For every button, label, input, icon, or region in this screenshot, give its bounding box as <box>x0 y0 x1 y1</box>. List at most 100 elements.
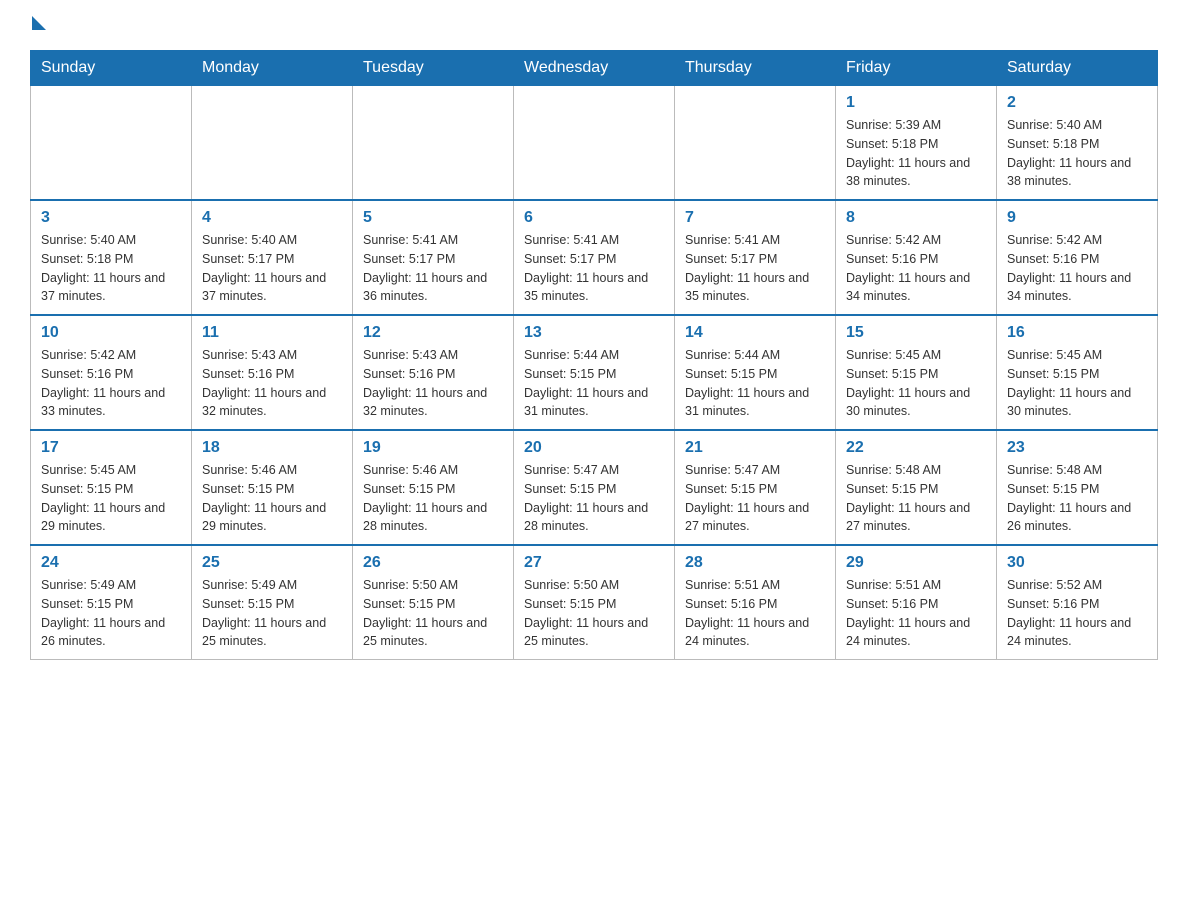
calendar-cell: 30 Sunrise: 5:52 AMSunset: 5:16 PMDayligh… <box>997 545 1158 660</box>
calendar-cell: 25 Sunrise: 5:49 AMSunset: 5:15 PMDayligh… <box>192 545 353 660</box>
calendar-cell: 27Sunrise: 5:50 AMSunset: 5:15 PMDayligh… <box>514 545 675 660</box>
calendar-cell: 19 Sunrise: 5:46 AMSunset: 5:15 PMDayligh… <box>353 430 514 545</box>
weekday-header-row: SundayMondayTuesdayWednesdayThursdayFrid… <box>31 51 1158 86</box>
calendar-cell: 8 Sunrise: 5:42 AMSunset: 5:16 PMDaylight… <box>836 200 997 315</box>
calendar-week-row: 3 Sunrise: 5:40 AMSunset: 5:18 PMDaylight… <box>31 200 1158 315</box>
calendar-cell <box>192 86 353 201</box>
calendar-cell: 9 Sunrise: 5:42 AMSunset: 5:16 PMDaylight… <box>997 200 1158 315</box>
day-info: Sunrise: 5:48 AMSunset: 5:15 PMDaylight:… <box>1007 461 1147 536</box>
weekday-header-wednesday: Wednesday <box>514 51 675 86</box>
calendar-cell: 4Sunrise: 5:40 AMSunset: 5:17 PMDaylight… <box>192 200 353 315</box>
day-info: Sunrise: 5:46 AMSunset: 5:15 PMDaylight:… <box>202 461 342 536</box>
day-info: Sunrise: 5:40 AMSunset: 5:18 PMDaylight:… <box>41 231 181 306</box>
day-number: 18 <box>202 439 342 457</box>
day-number: 15 <box>846 324 986 342</box>
calendar-cell: 11 Sunrise: 5:43 AMSunset: 5:16 PMDayligh… <box>192 315 353 430</box>
calendar-cell: 18 Sunrise: 5:46 AMSunset: 5:15 PMDayligh… <box>192 430 353 545</box>
day-number: 3 <box>41 209 181 227</box>
day-number: 12 <box>363 324 503 342</box>
calendar-cell: 24 Sunrise: 5:49 AMSunset: 5:15 PMDayligh… <box>31 545 192 660</box>
day-number: 25 <box>202 554 342 572</box>
calendar-cell: 10 Sunrise: 5:42 AMSunset: 5:16 PMDayligh… <box>31 315 192 430</box>
day-number: 4 <box>202 209 342 227</box>
day-info: Sunrise: 5:49 AMSunset: 5:15 PMDaylight:… <box>41 576 181 651</box>
calendar-cell: 7Sunrise: 5:41 AMSunset: 5:17 PMDaylight… <box>675 200 836 315</box>
day-info: Sunrise: 5:43 AMSunset: 5:16 PMDaylight:… <box>363 346 503 421</box>
day-number: 2 <box>1007 94 1147 112</box>
day-number: 16 <box>1007 324 1147 342</box>
weekday-header-friday: Friday <box>836 51 997 86</box>
calendar-cell <box>675 86 836 201</box>
day-number: 17 <box>41 439 181 457</box>
logo-triangle-icon <box>32 16 46 30</box>
day-number: 22 <box>846 439 986 457</box>
calendar-cell <box>31 86 192 201</box>
calendar-cell: 12 Sunrise: 5:43 AMSunset: 5:16 PMDayligh… <box>353 315 514 430</box>
day-number: 30 <box>1007 554 1147 572</box>
day-number: 28 <box>685 554 825 572</box>
weekday-header-thursday: Thursday <box>675 51 836 86</box>
day-number: 19 <box>363 439 503 457</box>
calendar-week-row: 17Sunrise: 5:45 AMSunset: 5:15 PMDayligh… <box>31 430 1158 545</box>
weekday-header-tuesday: Tuesday <box>353 51 514 86</box>
calendar-cell: 28 Sunrise: 5:51 AMSunset: 5:16 PMDayligh… <box>675 545 836 660</box>
calendar-week-row: 24 Sunrise: 5:49 AMSunset: 5:15 PMDayligh… <box>31 545 1158 660</box>
calendar-cell: 17Sunrise: 5:45 AMSunset: 5:15 PMDayligh… <box>31 430 192 545</box>
day-info: Sunrise: 5:47 AMSunset: 5:15 PMDaylight:… <box>524 461 664 536</box>
day-number: 26 <box>363 554 503 572</box>
calendar-cell: 26Sunrise: 5:50 AMSunset: 5:15 PMDayligh… <box>353 545 514 660</box>
day-info: Sunrise: 5:39 AMSunset: 5:18 PMDaylight:… <box>846 116 986 191</box>
calendar-cell: 3 Sunrise: 5:40 AMSunset: 5:18 PMDaylight… <box>31 200 192 315</box>
calendar-cell: 16Sunrise: 5:45 AMSunset: 5:15 PMDayligh… <box>997 315 1158 430</box>
day-info: Sunrise: 5:41 AMSunset: 5:17 PMDaylight:… <box>524 231 664 306</box>
calendar-cell: 15 Sunrise: 5:45 AMSunset: 5:15 PMDayligh… <box>836 315 997 430</box>
day-number: 14 <box>685 324 825 342</box>
day-info: Sunrise: 5:42 AMSunset: 5:16 PMDaylight:… <box>1007 231 1147 306</box>
day-number: 6 <box>524 209 664 227</box>
day-info: Sunrise: 5:46 AMSunset: 5:15 PMDaylight:… <box>363 461 503 536</box>
day-info: Sunrise: 5:43 AMSunset: 5:16 PMDaylight:… <box>202 346 342 421</box>
day-number: 21 <box>685 439 825 457</box>
day-info: Sunrise: 5:52 AMSunset: 5:16 PMDaylight:… <box>1007 576 1147 651</box>
day-number: 24 <box>41 554 181 572</box>
day-number: 8 <box>846 209 986 227</box>
calendar-cell: 14 Sunrise: 5:44 AMSunset: 5:15 PMDayligh… <box>675 315 836 430</box>
day-info: Sunrise: 5:51 AMSunset: 5:16 PMDaylight:… <box>685 576 825 651</box>
day-number: 10 <box>41 324 181 342</box>
calendar-cell <box>514 86 675 201</box>
weekday-header-monday: Monday <box>192 51 353 86</box>
day-info: Sunrise: 5:44 AMSunset: 5:15 PMDaylight:… <box>524 346 664 421</box>
day-number: 9 <box>1007 209 1147 227</box>
page-header <box>30 20 1158 30</box>
weekday-header-sunday: Sunday <box>31 51 192 86</box>
calendar-cell: 5 Sunrise: 5:41 AMSunset: 5:17 PMDaylight… <box>353 200 514 315</box>
calendar-cell: 29Sunrise: 5:51 AMSunset: 5:16 PMDayligh… <box>836 545 997 660</box>
day-info: Sunrise: 5:48 AMSunset: 5:15 PMDaylight:… <box>846 461 986 536</box>
logo <box>30 20 46 30</box>
calendar-week-row: 10 Sunrise: 5:42 AMSunset: 5:16 PMDayligh… <box>31 315 1158 430</box>
calendar-cell: 2 Sunrise: 5:40 AMSunset: 5:18 PMDaylight… <box>997 86 1158 201</box>
day-info: Sunrise: 5:51 AMSunset: 5:16 PMDaylight:… <box>846 576 986 651</box>
calendar-cell: 23 Sunrise: 5:48 AMSunset: 5:15 PMDayligh… <box>997 430 1158 545</box>
day-info: Sunrise: 5:47 AMSunset: 5:15 PMDaylight:… <box>685 461 825 536</box>
day-info: Sunrise: 5:41 AMSunset: 5:17 PMDaylight:… <box>363 231 503 306</box>
calendar-cell: 13 Sunrise: 5:44 AMSunset: 5:15 PMDayligh… <box>514 315 675 430</box>
day-number: 11 <box>202 324 342 342</box>
calendar-week-row: 1Sunrise: 5:39 AMSunset: 5:18 PMDaylight… <box>31 86 1158 201</box>
day-info: Sunrise: 5:49 AMSunset: 5:15 PMDaylight:… <box>202 576 342 651</box>
calendar-table: SundayMondayTuesdayWednesdayThursdayFrid… <box>30 50 1158 660</box>
calendar-cell: 21 Sunrise: 5:47 AMSunset: 5:15 PMDayligh… <box>675 430 836 545</box>
day-info: Sunrise: 5:42 AMSunset: 5:16 PMDaylight:… <box>41 346 181 421</box>
day-number: 27 <box>524 554 664 572</box>
calendar-cell: 20Sunrise: 5:47 AMSunset: 5:15 PMDayligh… <box>514 430 675 545</box>
day-number: 13 <box>524 324 664 342</box>
day-number: 23 <box>1007 439 1147 457</box>
weekday-header-saturday: Saturday <box>997 51 1158 86</box>
day-number: 5 <box>363 209 503 227</box>
day-info: Sunrise: 5:42 AMSunset: 5:16 PMDaylight:… <box>846 231 986 306</box>
day-info: Sunrise: 5:44 AMSunset: 5:15 PMDaylight:… <box>685 346 825 421</box>
calendar-cell: 22 Sunrise: 5:48 AMSunset: 5:15 PMDayligh… <box>836 430 997 545</box>
day-info: Sunrise: 5:45 AMSunset: 5:15 PMDaylight:… <box>846 346 986 421</box>
day-number: 7 <box>685 209 825 227</box>
day-info: Sunrise: 5:40 AMSunset: 5:18 PMDaylight:… <box>1007 116 1147 191</box>
